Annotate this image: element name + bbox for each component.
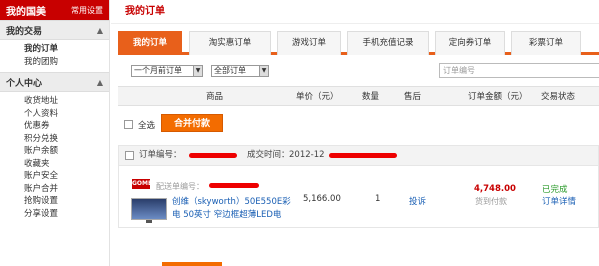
status-badge: 已完成: [542, 185, 568, 195]
time-select-value: 一个月前订单: [134, 66, 182, 75]
settings-link[interactable]: 常用设置: [71, 5, 103, 16]
order-amount: 4,748.00: [474, 184, 516, 194]
chevron-up-icon[interactable]: ▲: [97, 78, 103, 87]
sidebar-header: 我的国美 常用设置: [0, 0, 109, 20]
table-header: 商品 单价（元） 数量 售后 订单金额（元） 交易状态: [118, 86, 599, 106]
col-status: 交易状态: [541, 92, 576, 102]
trade-list: 我的订单 我的团购: [0, 40, 109, 72]
status-select[interactable]: 全部订单 ▼: [211, 65, 269, 77]
complaint-link[interactable]: 投诉: [409, 195, 426, 207]
order-detail-link[interactable]: 订单详情: [542, 195, 576, 207]
col-order-amount: 订单金额（元）: [468, 92, 528, 102]
select-all-label: 全选: [138, 121, 156, 131]
redaction-mark: [189, 153, 237, 158]
section-header-personal[interactable]: 个人中心 ▲: [0, 72, 109, 92]
tab-my-orders[interactable]: 我的订单: [118, 31, 182, 55]
tab-game[interactable]: 游戏订单: [277, 31, 341, 55]
chevron-down-icon[interactable]: ▼: [193, 66, 202, 76]
section-header-trade[interactable]: 我的交易 ▲: [0, 20, 109, 40]
unit-price: 5,166.00: [303, 194, 341, 204]
sidebar-item-flash-sale[interactable]: 抢购设置: [24, 195, 109, 208]
redaction-mark: [329, 153, 397, 158]
deal-time-label: 成交时间：: [247, 150, 290, 160]
chevron-down-icon[interactable]: ▼: [259, 66, 268, 76]
order-tabs: 我的订单 淘实惠订单 游戏订单 手机充值记录 定向券订单 彩票订单: [118, 31, 599, 55]
col-product: 商品: [206, 92, 224, 102]
payment-method: 货到付款: [475, 197, 507, 206]
delivery-no-label: 配送单编号：: [156, 182, 204, 191]
time-select[interactable]: 一个月前订单 ▼: [131, 65, 203, 77]
sidebar-item-balance[interactable]: 账户余额: [24, 145, 109, 158]
quantity: 1: [375, 194, 381, 204]
sidebar-item-coupons[interactable]: 优惠券: [24, 120, 109, 133]
col-after-sale: 售后: [404, 92, 422, 102]
sidebar-item-address[interactable]: 收货地址: [24, 95, 109, 108]
sidebar: 我的国美 常用设置 我的交易 ▲ 我的订单 我的团购 个人中心 ▲ 收货地址 个…: [0, 0, 110, 266]
order-no-label: 订单编号：: [139, 150, 182, 160]
tab-taoshihui[interactable]: 淘实惠订单: [189, 31, 271, 55]
sidebar-item-profile[interactable]: 个人资料: [24, 108, 109, 121]
action-row: 全选 合并付款: [118, 112, 599, 136]
order-header: 订单编号： 成交时间： 2012-12: [118, 145, 599, 166]
status-select-value: 全部订单: [214, 66, 246, 75]
tab-lottery[interactable]: 彩票订单: [511, 31, 581, 55]
sidebar-item-security[interactable]: 账户安全: [24, 170, 109, 183]
product-image[interactable]: [131, 198, 167, 223]
tab-coupon-orders[interactable]: 定向券订单: [435, 31, 505, 55]
page-title: 我的订单: [111, 0, 599, 24]
select-all-checkbox[interactable]: [124, 120, 133, 129]
section-title: 个人中心: [6, 78, 43, 89]
sidebar-item-points[interactable]: 积分兑换: [24, 133, 109, 146]
sidebar-item-my-orders[interactable]: 我的订单: [24, 43, 109, 56]
tab-mobile-recharge[interactable]: 手机充值记录: [347, 31, 429, 55]
sidebar-item-merge-account[interactable]: 账户合并: [24, 183, 109, 196]
filter-bar: 一个月前订单 ▼ 全部订单 ▼ 订单编号: [131, 62, 599, 80]
personal-list: 收货地址 个人资料 优惠券 积分兑换 账户余额 收藏夹 账户安全 账户合并 抢购…: [0, 92, 109, 224]
order-checkbox[interactable]: [125, 151, 134, 160]
product-title-link[interactable]: 创维（skyworth）50E550E彩电 50英寸 窄边框超薄LED电: [172, 196, 292, 222]
main-content: 我的订单 我的订单 淘实惠订单 游戏订单 手机充值记录 定向券订单 彩票订单 一…: [111, 0, 599, 266]
scroll-hint-bar: [162, 262, 222, 266]
sidebar-item-share[interactable]: 分享设置: [24, 208, 109, 221]
col-quantity: 数量: [362, 92, 380, 102]
sidebar-item-favorites[interactable]: 收藏夹: [24, 158, 109, 171]
gome-logo: GOME: [132, 179, 153, 189]
order-body: GOME 配送单编号： 创维（skyworth）50E550E彩电 50英寸 窄…: [118, 166, 599, 228]
col-unit-price: 单价（元）: [296, 92, 339, 102]
search-input[interactable]: 订单编号: [439, 63, 599, 78]
redaction-mark: [209, 183, 259, 188]
section-title: 我的交易: [6, 26, 43, 37]
merge-pay-button[interactable]: 合并付款: [161, 114, 223, 132]
sidebar-title: 我的国美: [6, 6, 46, 18]
sidebar-item-my-groupbuy[interactable]: 我的团购: [24, 56, 109, 69]
chevron-down-icon[interactable]: ▲: [97, 26, 103, 35]
deal-time-value: 2012-12: [289, 150, 325, 160]
